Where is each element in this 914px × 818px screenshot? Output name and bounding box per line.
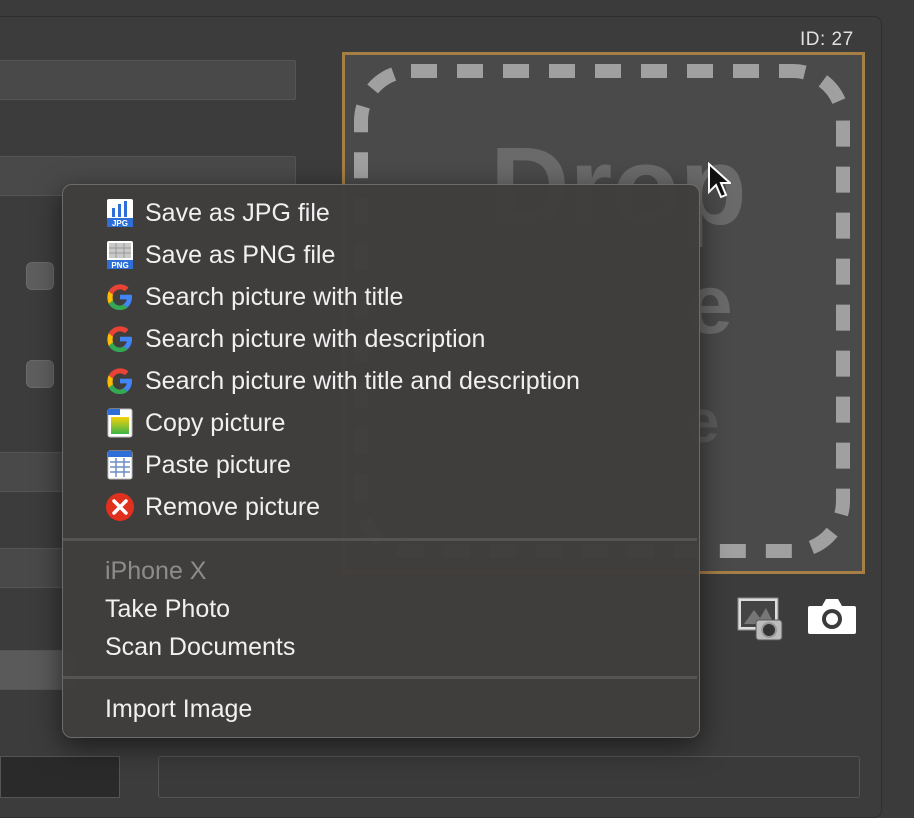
menu-item-label: Search picture with description <box>145 324 486 353</box>
menu-item-label: Take Photo <box>105 594 231 623</box>
google-icon <box>107 284 132 310</box>
remove-icon <box>106 493 134 521</box>
context-menu: JPG Save as JPG file PNG Save as PNG fil… <box>62 184 700 738</box>
menu-item-paste-picture[interactable]: Paste picture <box>63 445 697 485</box>
paste-icon <box>107 450 133 480</box>
menu-item-label: Search picture with title and descriptio… <box>145 366 580 395</box>
checkbox[interactable] <box>26 262 54 290</box>
svg-text:PNG: PNG <box>111 261 128 270</box>
photo-library-icon[interactable] <box>736 596 784 642</box>
copy-icon <box>107 408 133 438</box>
menu-item-scan-documents[interactable]: Scan Documents <box>63 627 697 667</box>
menu-item-search-description[interactable]: Search picture with description <box>63 319 697 359</box>
bottom-field[interactable] <box>0 756 120 798</box>
menu-separator <box>63 676 697 679</box>
menu-item-label: Copy picture <box>145 408 286 437</box>
menu-item-label: Save as JPG file <box>145 198 330 227</box>
google-icon <box>107 326 132 352</box>
menu-item-search-title-description[interactable]: Search picture with title and descriptio… <box>63 361 697 401</box>
notes-field[interactable] <box>158 756 860 798</box>
record-id-label: ID: 27 <box>800 29 854 50</box>
menu-item-import-image[interactable]: Import Image <box>63 689 697 729</box>
menu-item-search-title[interactable]: Search picture with title <box>63 277 697 317</box>
menu-item-label: Scan Documents <box>105 632 296 661</box>
menu-item-label: Import Image <box>105 694 253 723</box>
menu-item-save-jpg[interactable]: JPG Save as JPG file <box>63 193 697 233</box>
google-icon <box>107 368 132 394</box>
device-header-label: iPhone X <box>105 556 207 585</box>
menu-item-label: Save as PNG file <box>145 240 336 269</box>
mouse-pointer-icon <box>708 162 731 199</box>
menu-item-copy-picture[interactable]: Copy picture <box>63 403 697 443</box>
menu-item-save-png[interactable]: PNG Save as PNG file <box>63 235 697 275</box>
checkbox[interactable] <box>26 360 54 388</box>
camera-icon[interactable] <box>806 596 858 636</box>
menu-item-remove-picture[interactable]: Remove picture <box>63 487 697 527</box>
png-file-icon: PNG <box>107 241 133 270</box>
svg-text:JPG: JPG <box>112 219 128 228</box>
device-header: iPhone X <box>63 551 697 591</box>
menu-item-label: Search picture with title <box>145 282 404 311</box>
menu-separator <box>63 538 697 541</box>
jpg-file-icon: JPG <box>107 199 133 228</box>
menu-item-label: Paste picture <box>145 450 291 479</box>
menu-item-take-photo[interactable]: Take Photo <box>63 589 697 629</box>
menu-item-label: Remove picture <box>145 492 321 521</box>
text-field[interactable] <box>0 60 296 100</box>
